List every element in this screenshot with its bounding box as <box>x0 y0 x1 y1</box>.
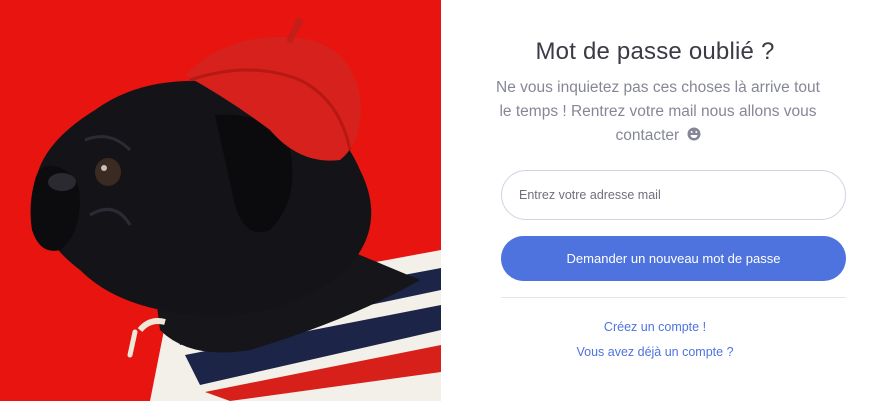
forgot-password-page: Mot de passe oublié ? Ne vous inquietez … <box>0 0 869 401</box>
grinning-face-icon <box>687 127 701 141</box>
request-password-button[interactable]: Demander un nouveau mot de passe <box>501 236 846 281</box>
form-panel: Mot de passe oublié ? Ne vous inquietez … <box>441 0 869 401</box>
pug-image <box>0 0 441 401</box>
page-title: Mot de passe oublié ? <box>535 38 775 65</box>
page-subtitle: Ne vous inquietez pas ces choses là arri… <box>493 76 823 148</box>
create-account-link[interactable]: Créez un compte ! <box>441 320 869 334</box>
divider <box>501 297 846 298</box>
pug-illustration <box>0 0 441 401</box>
login-link[interactable]: Vous avez déjà un compte ? <box>441 345 869 359</box>
email-field[interactable] <box>501 170 846 220</box>
subtitle-text: Ne vous inquietez pas ces choses là arri… <box>496 79 820 144</box>
